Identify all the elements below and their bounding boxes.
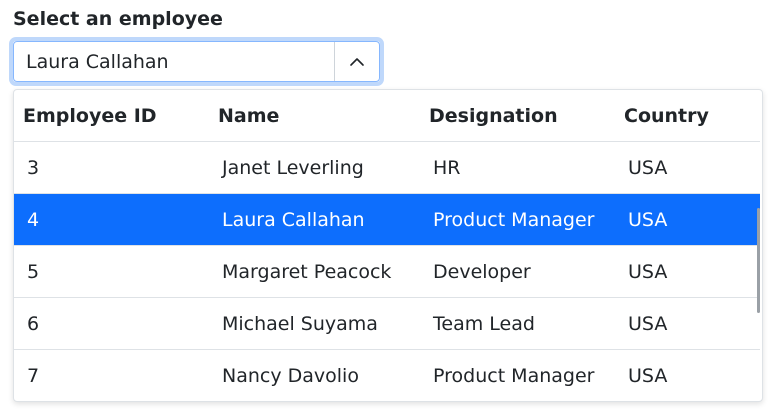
cell-country: USA [628,208,668,231]
cell-designation: HR [433,156,461,179]
combo-label: Select an employee [13,8,223,30]
cell-employee-id: 6 [27,312,40,335]
cell-employee-id: 4 [27,208,40,231]
cell-designation: Product Manager [433,364,595,387]
cell-employee-id: 7 [27,364,40,387]
table-row[interactable]: 5 Margaret Peacock Developer USA [14,246,760,298]
cell-country: USA [628,260,668,283]
cell-designation: Team Lead [433,312,535,335]
cell-country: USA [628,364,668,387]
employee-dropdown-popup: Employee ID Name Designation Country 3 J… [13,89,763,402]
cell-country: USA [628,156,668,179]
chevron-up-icon [350,57,364,66]
header-employee-id: Employee ID [23,104,157,127]
cell-name: Nancy Davolio [222,364,359,387]
cell-designation: Developer [433,260,531,283]
cell-employee-id: 5 [27,260,40,283]
table-row[interactable]: 7 Nancy Davolio Product Manager USA [14,350,760,401]
header-name: Name [218,104,280,127]
header-designation: Designation [429,104,558,127]
cell-employee-id: 3 [27,156,40,179]
cell-country: USA [628,312,668,335]
combo-input-value[interactable]: Laura Callahan [14,51,334,73]
header-country: Country [624,104,709,127]
combo-toggle-button[interactable] [334,42,379,81]
cell-designation: Product Manager [433,208,595,231]
popup-scrollbar[interactable] [757,208,760,313]
cell-name: Margaret Peacock [222,260,392,283]
table-row[interactable]: 3 Janet Leverling HR USA [14,142,760,194]
cell-name: Laura Callahan [222,208,365,231]
table-row-selected[interactable]: 4 Laura Callahan Product Manager USA [14,194,760,246]
cell-name: Michael Suyama [222,312,378,335]
table-row[interactable]: 6 Michael Suyama Team Lead USA [14,298,760,350]
cell-name: Janet Leverling [222,156,364,179]
employee-combobox[interactable]: Laura Callahan [9,37,384,86]
table-header-row: Employee ID Name Designation Country [14,90,760,142]
